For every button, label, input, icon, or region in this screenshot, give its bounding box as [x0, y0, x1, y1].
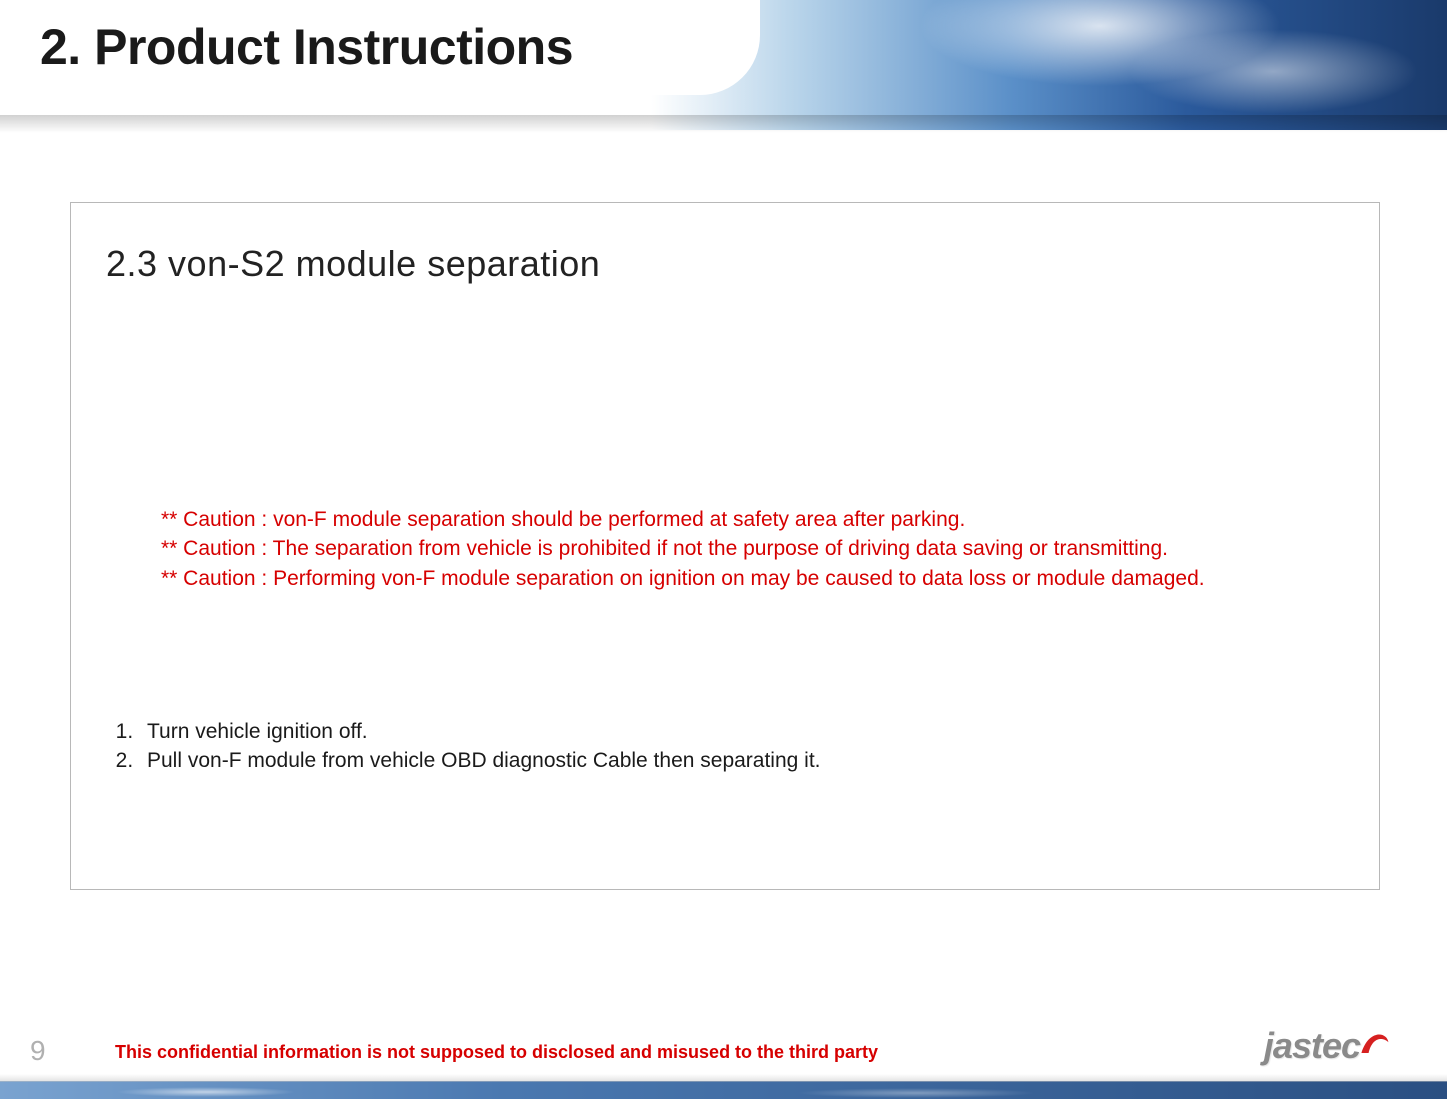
step-item: Turn vehicle ignition off.: [139, 718, 1349, 746]
content-box: 2.3 von-S2 module separation ** Caution …: [70, 202, 1380, 890]
caution-line: ** Caution : The separation from vehicle…: [161, 534, 1349, 563]
brand-logo: jastec: [1264, 1022, 1392, 1067]
page-title: 2. Product Instructions: [40, 18, 573, 76]
page-number: 9: [30, 1035, 46, 1067]
confidential-note: This confidential information is not sup…: [115, 1042, 878, 1063]
caution-line: ** Caution : Performing von-F module sep…: [161, 564, 1349, 593]
caution-line: ** Caution : von-F module separation sho…: [161, 505, 1349, 534]
bottom-bar-highlight: [116, 1087, 296, 1097]
brand-logo-text: jastec: [1264, 1025, 1360, 1067]
step-item: Pull von-F module from vehicle OBD diagn…: [139, 747, 1349, 775]
bottom-bar-highlight: [796, 1088, 1036, 1098]
steps-list: Turn vehicle ignition off. Pull von-F mo…: [101, 718, 1349, 775]
section-title: 2.3 von-S2 module separation: [106, 243, 1349, 285]
caution-block: ** Caution : von-F module separation sho…: [161, 505, 1349, 593]
swoosh-icon: [1356, 1026, 1392, 1062]
header-shadow: [0, 115, 1447, 133]
bottom-bar: [0, 1081, 1447, 1099]
